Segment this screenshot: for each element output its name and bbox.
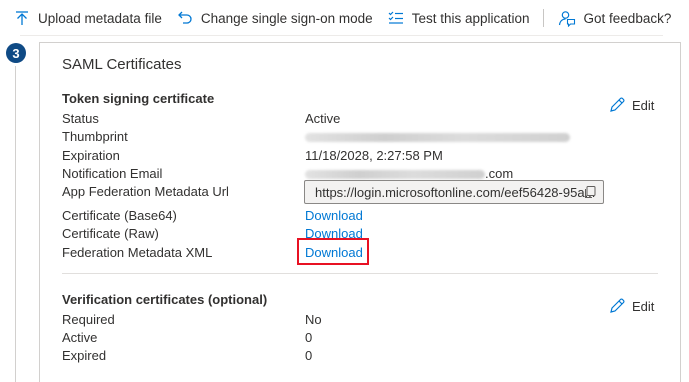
metadata-url-field[interactable]: https://login.microsoftonline.com/eef564…	[304, 180, 604, 204]
certificate-raw-label: Certificate (Raw)	[62, 226, 159, 241]
notification-email-suffix: .com	[485, 166, 514, 181]
highlight-box	[297, 238, 369, 265]
test-application-label: Test this application	[411, 10, 530, 26]
card-title: SAML Certificates	[62, 56, 182, 73]
upload-metadata-button[interactable]: Upload metadata file	[14, 10, 162, 26]
test-application-button[interactable]: Test this application	[388, 10, 530, 26]
expiration-value: 11/18/2028, 2:27:58 PM	[305, 148, 443, 163]
toolbar-divider	[542, 9, 544, 27]
token-signing-edit-button[interactable]: Edit	[608, 96, 654, 114]
metadata-url-value: https://login.microsoftonline.com/eef564…	[315, 184, 596, 200]
pencil-icon	[608, 96, 626, 114]
certificate-base64-label: Certificate (Base64)	[62, 208, 177, 223]
thumbprint-label: Thumbprint	[62, 129, 128, 144]
edit-label: Edit	[632, 97, 655, 113]
step-number-badge: 3	[6, 43, 26, 63]
verification-certificates-title: Verification certificates (optional)	[62, 292, 268, 307]
required-value: No	[305, 312, 322, 327]
status-label: Status	[62, 111, 99, 126]
section-divider	[62, 273, 658, 274]
required-label: Required	[62, 312, 115, 327]
thumbprint-value-redacted	[305, 129, 570, 144]
status-value: Active	[305, 111, 341, 126]
change-sso-label: Change single sign-on mode	[200, 10, 373, 26]
notification-email-value: .com	[305, 166, 513, 181]
edit-label: Edit	[632, 298, 655, 314]
change-sso-icon	[177, 10, 193, 26]
command-bar: Upload metadata file Change single sign-…	[0, 0, 689, 36]
feedback-label: Got feedback?	[583, 10, 672, 26]
toolbar-separator	[20, 35, 663, 36]
feedback-icon	[558, 9, 576, 27]
active-value: 0	[305, 330, 313, 345]
upload-metadata-label: Upload metadata file	[38, 10, 162, 26]
notification-email-label: Notification Email	[62, 166, 163, 181]
expiration-label: Expiration	[62, 148, 120, 163]
copy-icon[interactable]	[583, 185, 597, 199]
feedback-button[interactable]: Got feedback?	[558, 9, 672, 27]
saml-certificates-card: SAML Certificates Token signing certific…	[39, 42, 681, 382]
change-sso-mode-button[interactable]: Change single sign-on mode	[177, 10, 373, 26]
expired-value: 0	[305, 348, 313, 363]
step-connector-line	[15, 66, 16, 382]
token-signing-title: Token signing certificate	[62, 91, 215, 106]
federation-metadata-xml-label: Federation Metadata XML	[62, 245, 213, 260]
certificate-base64-download-link[interactable]: Download	[305, 208, 363, 223]
pencil-icon	[608, 297, 626, 315]
verification-edit-button[interactable]: Edit	[608, 297, 654, 315]
expired-label: Expired	[62, 348, 107, 363]
metadata-url-label: App Federation Metadata Url	[62, 184, 229, 199]
upload-icon	[14, 10, 30, 26]
active-label: Active	[62, 330, 98, 345]
test-list-icon	[388, 10, 404, 26]
